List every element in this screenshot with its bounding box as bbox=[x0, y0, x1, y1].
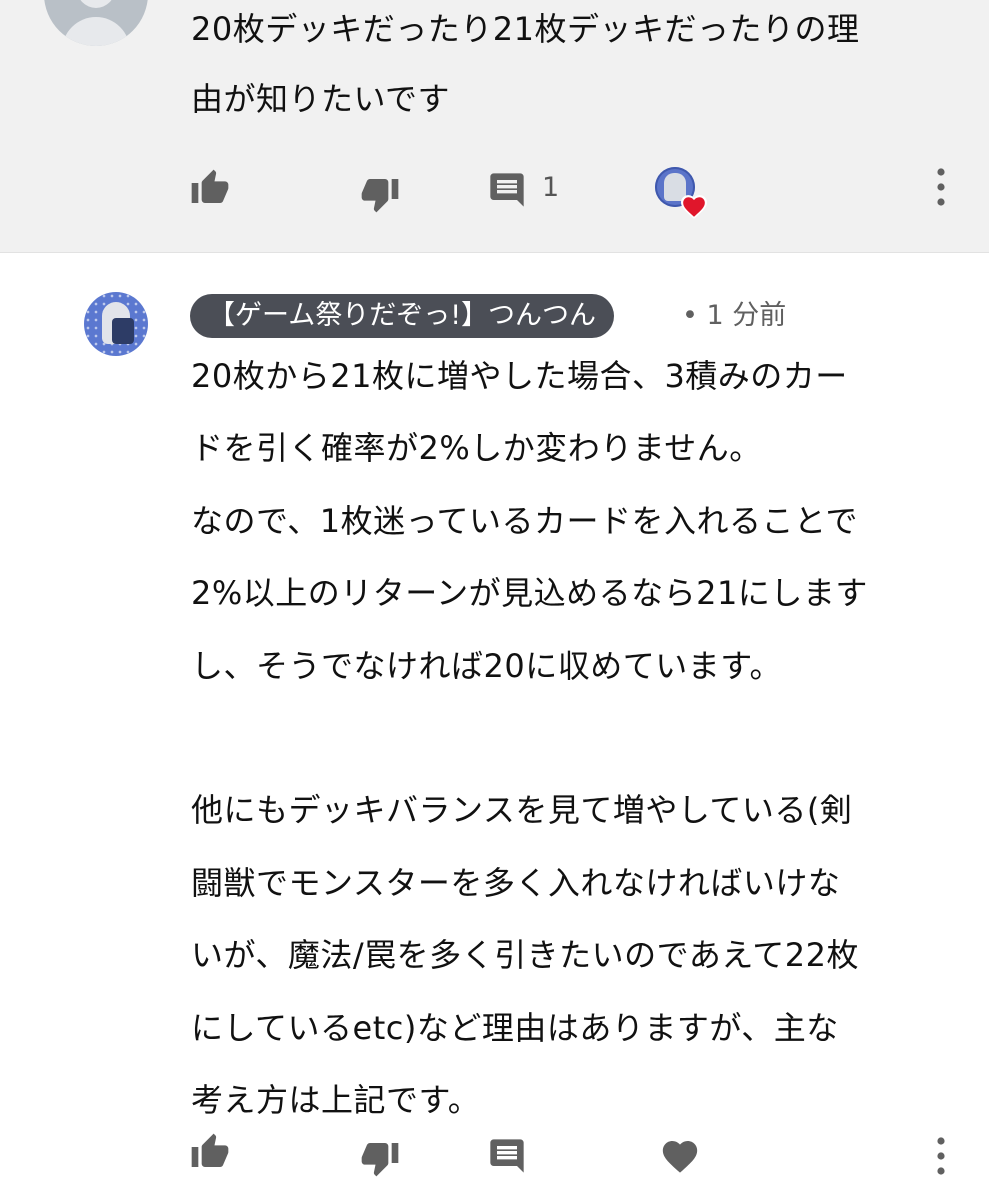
reply-line: 2%以上のリターンが見込めるなら21にします bbox=[191, 574, 868, 613]
reply-count: 1 bbox=[542, 172, 560, 203]
comment-icon[interactable] bbox=[487, 1136, 527, 1176]
reply-comment-text: 20枚から21枚に増やした場合、3積みのカー ドを引く確率が2%しか変わりません… bbox=[191, 340, 868, 1136]
parent-comment-actions: 1 bbox=[0, 158, 989, 219]
reply-line bbox=[191, 702, 868, 774]
thumb-down-icon[interactable] bbox=[360, 1138, 400, 1178]
parent-comment: 20枚デッキだったり21枚デッキだったりの理 由が知りたいです 1 bbox=[0, 0, 989, 252]
thumb-down-icon[interactable] bbox=[360, 174, 400, 214]
thumb-up-icon[interactable] bbox=[190, 168, 230, 208]
reply-timestamp: • 1 分前 bbox=[682, 300, 787, 331]
more-vert-icon[interactable] bbox=[931, 165, 951, 209]
parent-comment-text: 20枚デッキだったり21枚デッキだったりの理 由が知りたいです bbox=[191, 0, 859, 134]
heart-icon[interactable] bbox=[660, 1136, 700, 1176]
reply-actions bbox=[0, 1126, 989, 1186]
comment-icon[interactable] bbox=[487, 170, 527, 210]
reply-line: 闘獣でモンスターを多く入れなければいけな bbox=[191, 863, 841, 902]
thumb-up-icon[interactable] bbox=[190, 1132, 230, 1172]
reply-line: ドを引く確率が2%しか変わりません。 bbox=[191, 429, 762, 468]
reply-line: なので、1枚迷っているカードを入れることで bbox=[191, 501, 859, 540]
comment-line: 由が知りたいです bbox=[191, 80, 451, 118]
reply-line: し、そうでなければ20に収めています。 bbox=[191, 646, 783, 685]
reply-line: 他にもデッキバランスを見て増やしている(剣 bbox=[191, 791, 853, 830]
reply-author-name[interactable]: 【ゲーム祭りだぞっ!】つんつん bbox=[190, 294, 615, 338]
default-avatar[interactable] bbox=[44, 0, 148, 46]
reply-author-avatar[interactable] bbox=[84, 292, 148, 356]
divider bbox=[0, 252, 989, 253]
more-vert-icon[interactable] bbox=[931, 1134, 951, 1178]
comment-line: 20枚デッキだったり21枚デッキだったりの理 bbox=[191, 10, 860, 48]
reply-line: いが、魔法/罠を多く引きたいのであえて22枚 bbox=[191, 936, 859, 975]
reply-line: にしているetc)など理由はありますが、主な bbox=[191, 1008, 839, 1047]
reply-line: 20枚から21枚に増やした場合、3積みのカー bbox=[191, 357, 848, 395]
heart-icon bbox=[681, 195, 707, 219]
